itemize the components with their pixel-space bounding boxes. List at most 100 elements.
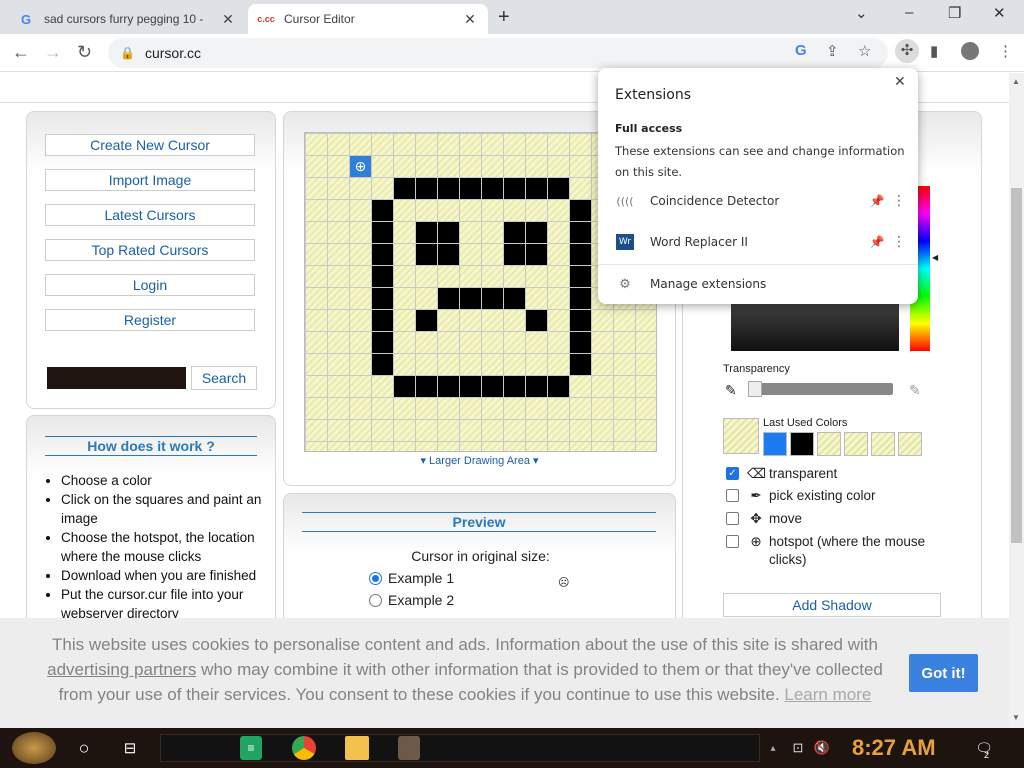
painted-pixel[interactable] bbox=[570, 200, 591, 221]
manage-extensions-item[interactable]: ⚙ Manage extensions bbox=[598, 264, 918, 304]
page-scrollbar[interactable]: ▲ ▼ bbox=[1009, 73, 1024, 728]
painted-pixel[interactable] bbox=[416, 222, 437, 243]
tab-cursor-editor[interactable]: c.cc Cursor Editor ✕ bbox=[248, 4, 488, 34]
restore-icon[interactable]: ❐ bbox=[948, 4, 961, 22]
painted-pixel[interactable] bbox=[570, 222, 591, 243]
file-explorer-icon[interactable] bbox=[345, 736, 369, 760]
search-input[interactable] bbox=[47, 367, 186, 389]
forward-icon[interactable]: → bbox=[44, 42, 62, 63]
painted-pixel[interactable] bbox=[504, 222, 525, 243]
address-bar[interactable]: 🔒 cursor.cc bbox=[108, 38, 888, 68]
tab-google-search[interactable]: G sad cursors furry pegging 10 - ✕ bbox=[8, 4, 246, 34]
login-button[interactable]: Login bbox=[45, 274, 255, 296]
search-button[interactable]: Search bbox=[191, 366, 257, 390]
painted-pixel[interactable] bbox=[372, 310, 393, 331]
radio-selected[interactable] bbox=[369, 571, 382, 585]
scroll-thumb[interactable] bbox=[1011, 188, 1022, 543]
painted-pixel[interactable] bbox=[438, 244, 459, 265]
painted-pixel[interactable] bbox=[394, 178, 415, 199]
google-lens-icon[interactable]: G bbox=[795, 42, 807, 59]
painted-pixel[interactable] bbox=[570, 310, 591, 331]
painted-pixel[interactable] bbox=[372, 332, 393, 353]
painted-pixel[interactable] bbox=[372, 244, 393, 265]
painted-pixel[interactable] bbox=[504, 288, 525, 309]
pin-icon[interactable]: 📌 bbox=[866, 194, 888, 208]
scroll-up-icon[interactable]: ▲ bbox=[1012, 77, 1020, 86]
painted-pixel[interactable] bbox=[570, 266, 591, 287]
painted-pixel[interactable] bbox=[372, 354, 393, 375]
transparency-handle[interactable] bbox=[748, 381, 762, 397]
painted-pixel[interactable] bbox=[416, 244, 437, 265]
larger-drawing-area-link[interactable]: ▾ Larger Drawing Area ▾ bbox=[284, 454, 675, 467]
hotspot-crosshair-icon[interactable]: ⊕ bbox=[350, 156, 371, 177]
radio-unselected[interactable] bbox=[369, 593, 382, 607]
chevron-down-icon[interactable]: ⌄ bbox=[855, 4, 868, 22]
back-icon[interactable]: ← bbox=[12, 42, 30, 63]
example-1-radio[interactable]: Example 1 bbox=[369, 570, 454, 586]
learn-more-link[interactable]: Learn more bbox=[784, 685, 871, 704]
painted-pixel[interactable] bbox=[570, 288, 591, 309]
extension-word-replacer[interactable]: Wr Word Replacer II 📌 ⋮ bbox=[598, 222, 918, 262]
painted-pixel[interactable] bbox=[526, 376, 547, 397]
app-icon[interactable] bbox=[398, 736, 420, 760]
painted-pixel[interactable] bbox=[526, 222, 547, 243]
new-tab-icon[interactable]: + bbox=[498, 6, 510, 29]
close-icon[interactable]: ✕ bbox=[894, 74, 906, 90]
painted-pixel[interactable] bbox=[460, 288, 481, 309]
painted-pixel[interactable] bbox=[372, 266, 393, 287]
example-2-radio[interactable]: Example 2 bbox=[369, 592, 454, 608]
painted-pixel[interactable] bbox=[548, 376, 569, 397]
painted-pixel[interactable] bbox=[548, 178, 569, 199]
pick-color-checkbox[interactable] bbox=[726, 489, 739, 502]
painted-pixel[interactable] bbox=[482, 376, 503, 397]
painted-pixel[interactable] bbox=[526, 178, 547, 199]
painted-pixel[interactable] bbox=[438, 222, 459, 243]
pick-color-option[interactable]: ✒ pick existing color bbox=[726, 487, 946, 505]
chrome-icon[interactable] bbox=[292, 736, 316, 760]
hotspot-option[interactable]: ⊕ hotspot (where the mouse clicks) bbox=[726, 533, 946, 569]
volume-muted-icon[interactable]: 🔇 bbox=[812, 736, 832, 760]
move-option[interactable]: ✥ move bbox=[726, 510, 946, 528]
painted-pixel[interactable] bbox=[372, 222, 393, 243]
more-options-icon[interactable]: ⋮ bbox=[888, 234, 910, 250]
painted-pixel[interactable] bbox=[372, 200, 393, 221]
painted-pixel[interactable] bbox=[526, 310, 547, 331]
color-swatch[interactable] bbox=[844, 432, 868, 456]
latest-cursors-button[interactable]: Latest Cursors bbox=[45, 204, 255, 226]
painted-pixel[interactable] bbox=[438, 178, 459, 199]
create-new-cursor-button[interactable]: Create New Cursor bbox=[45, 134, 255, 156]
painted-pixel[interactable] bbox=[416, 310, 437, 331]
painted-pixel[interactable] bbox=[504, 244, 525, 265]
cortana-icon[interactable]: ○ bbox=[72, 736, 96, 760]
more-options-icon[interactable]: ⋮ bbox=[888, 193, 910, 209]
share-icon[interactable]: ⇪ bbox=[826, 42, 839, 60]
minimize-icon[interactable]: – bbox=[905, 4, 913, 21]
extension-coincidence-detector[interactable]: (((( Coincidence Detector 📌 ⋮ bbox=[598, 181, 918, 221]
painted-pixel[interactable] bbox=[570, 244, 591, 265]
side-panel-icon[interactable]: ▮ bbox=[930, 42, 938, 60]
scroll-down-icon[interactable]: ▼ bbox=[1012, 713, 1020, 722]
add-shadow-button[interactable]: Add Shadow bbox=[723, 593, 941, 617]
reload-icon[interactable]: ↻ bbox=[77, 42, 92, 63]
painted-pixel[interactable] bbox=[460, 178, 481, 199]
top-rated-cursors-button[interactable]: Top Rated Cursors bbox=[45, 239, 255, 261]
pin-icon[interactable]: 📌 bbox=[866, 235, 888, 249]
painted-pixel[interactable] bbox=[394, 376, 415, 397]
painted-pixel[interactable] bbox=[416, 376, 437, 397]
task-view-icon[interactable]: ⊟ bbox=[118, 736, 142, 760]
painted-pixel[interactable] bbox=[504, 376, 525, 397]
close-window-icon[interactable]: ✕ bbox=[993, 4, 1006, 22]
painted-pixel[interactable] bbox=[438, 288, 459, 309]
start-button-icon[interactable] bbox=[12, 732, 56, 764]
painted-pixel[interactable] bbox=[570, 354, 591, 375]
transparency-slider[interactable] bbox=[753, 383, 893, 395]
got-it-button[interactable]: Got it! bbox=[909, 654, 978, 692]
sheets-icon[interactable]: ≡ bbox=[240, 736, 262, 760]
color-swatch[interactable] bbox=[871, 432, 895, 456]
close-tab-icon[interactable]: ✕ bbox=[220, 11, 236, 28]
painted-pixel[interactable] bbox=[460, 376, 481, 397]
color-swatch[interactable] bbox=[898, 432, 922, 456]
clock[interactable]: 8:27 AM bbox=[852, 735, 936, 761]
painted-pixel[interactable] bbox=[482, 288, 503, 309]
move-checkbox[interactable] bbox=[726, 512, 739, 525]
